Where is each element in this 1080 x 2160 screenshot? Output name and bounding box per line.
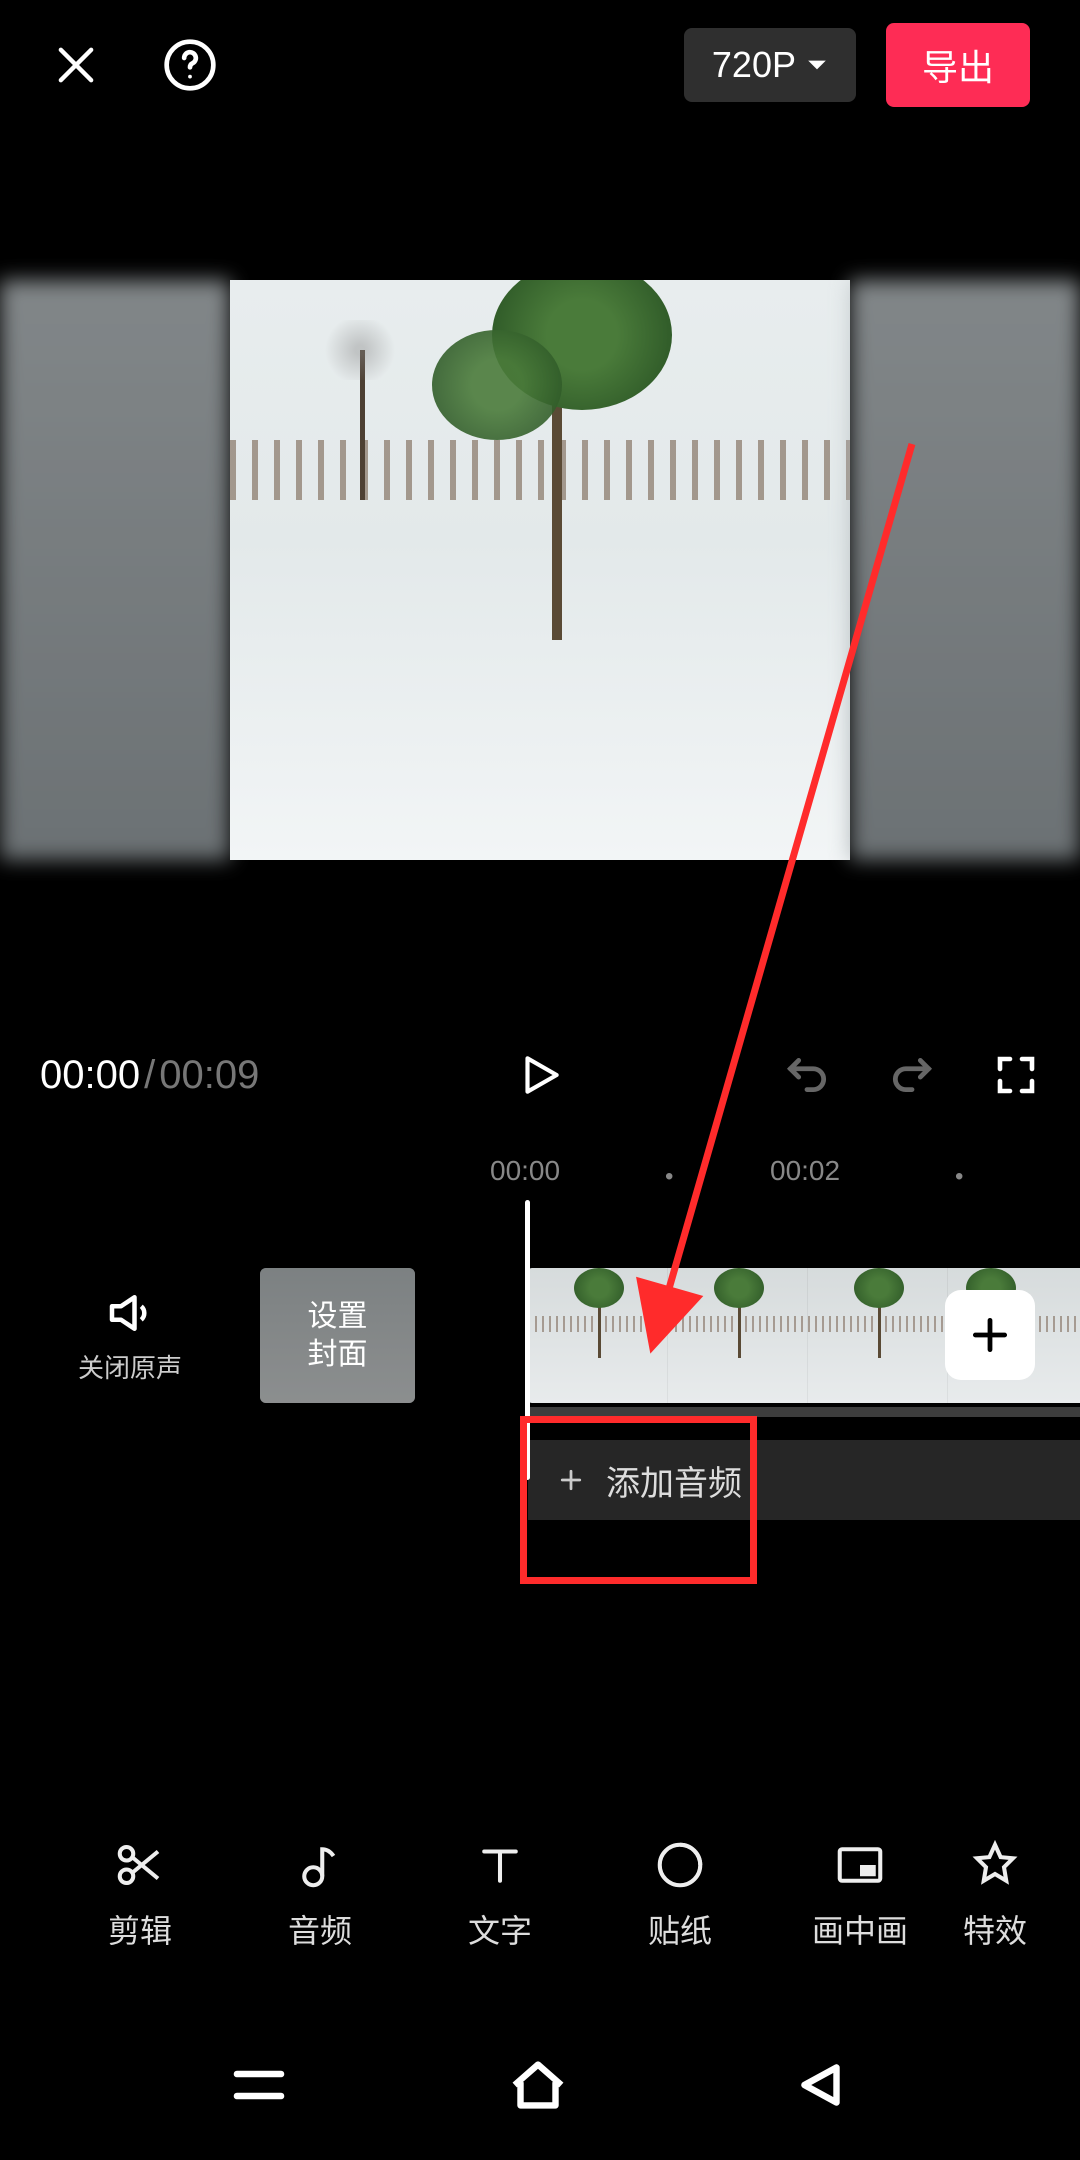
speaker-icon — [103, 1286, 157, 1340]
preview-blur-left — [0, 280, 230, 860]
nav-back[interactable] — [784, 2050, 854, 2120]
star-icon — [968, 1838, 1022, 1892]
redo-button[interactable] — [887, 1050, 937, 1100]
nav-home[interactable] — [503, 2050, 573, 2120]
clip-volume-bar[interactable] — [528, 1407, 1080, 1417]
nav-recents[interactable] — [226, 2052, 292, 2118]
mute-original-audio[interactable]: 关闭原声 — [0, 1286, 260, 1385]
tool-edit[interactable]: 剪辑 — [50, 1838, 230, 1952]
plus-icon — [556, 1465, 586, 1495]
scissors-icon — [113, 1838, 167, 1892]
export-button[interactable]: 导出 — [886, 23, 1030, 107]
resolution-label: 720P — [712, 44, 796, 86]
fullscreen-button[interactable] — [992, 1051, 1040, 1099]
picture-in-picture-icon — [833, 1838, 887, 1892]
sticker-icon — [653, 1838, 707, 1892]
help-icon[interactable] — [162, 37, 218, 93]
tool-pip[interactable]: 画中画 — [770, 1838, 950, 1952]
playback-time: 00:00/00:09 — [40, 1053, 259, 1098]
tool-text[interactable]: 文字 — [410, 1838, 590, 1952]
preview-main — [230, 280, 850, 860]
add-clip-button[interactable] — [945, 1290, 1035, 1380]
bottom-toolbar: 剪辑 音频 文字 贴纸 画中画 特效 — [0, 1810, 1080, 1980]
tool-audio[interactable]: 音频 — [230, 1838, 410, 1952]
text-icon — [473, 1838, 527, 1892]
tool-effect[interactable]: 特效 — [950, 1838, 1040, 1952]
play-button[interactable] — [515, 1050, 565, 1100]
tool-sticker[interactable]: 贴纸 — [590, 1838, 770, 1952]
close-icon[interactable] — [50, 39, 102, 91]
plus-icon — [968, 1313, 1012, 1357]
preview-blur-right — [850, 280, 1080, 860]
video-preview[interactable] — [0, 280, 1080, 860]
playhead[interactable] — [525, 1200, 530, 1480]
resolution-selector[interactable]: 720P — [684, 28, 856, 102]
add-audio-button[interactable]: 添加音频 — [528, 1440, 1080, 1520]
set-cover-button[interactable]: 设置 封面 — [260, 1268, 415, 1403]
chevron-down-icon — [806, 54, 828, 76]
music-note-icon — [293, 1838, 347, 1892]
timeline-ruler[interactable]: 00:00 • 00:02 • — [0, 1155, 1080, 1195]
undo-button[interactable] — [782, 1050, 832, 1100]
